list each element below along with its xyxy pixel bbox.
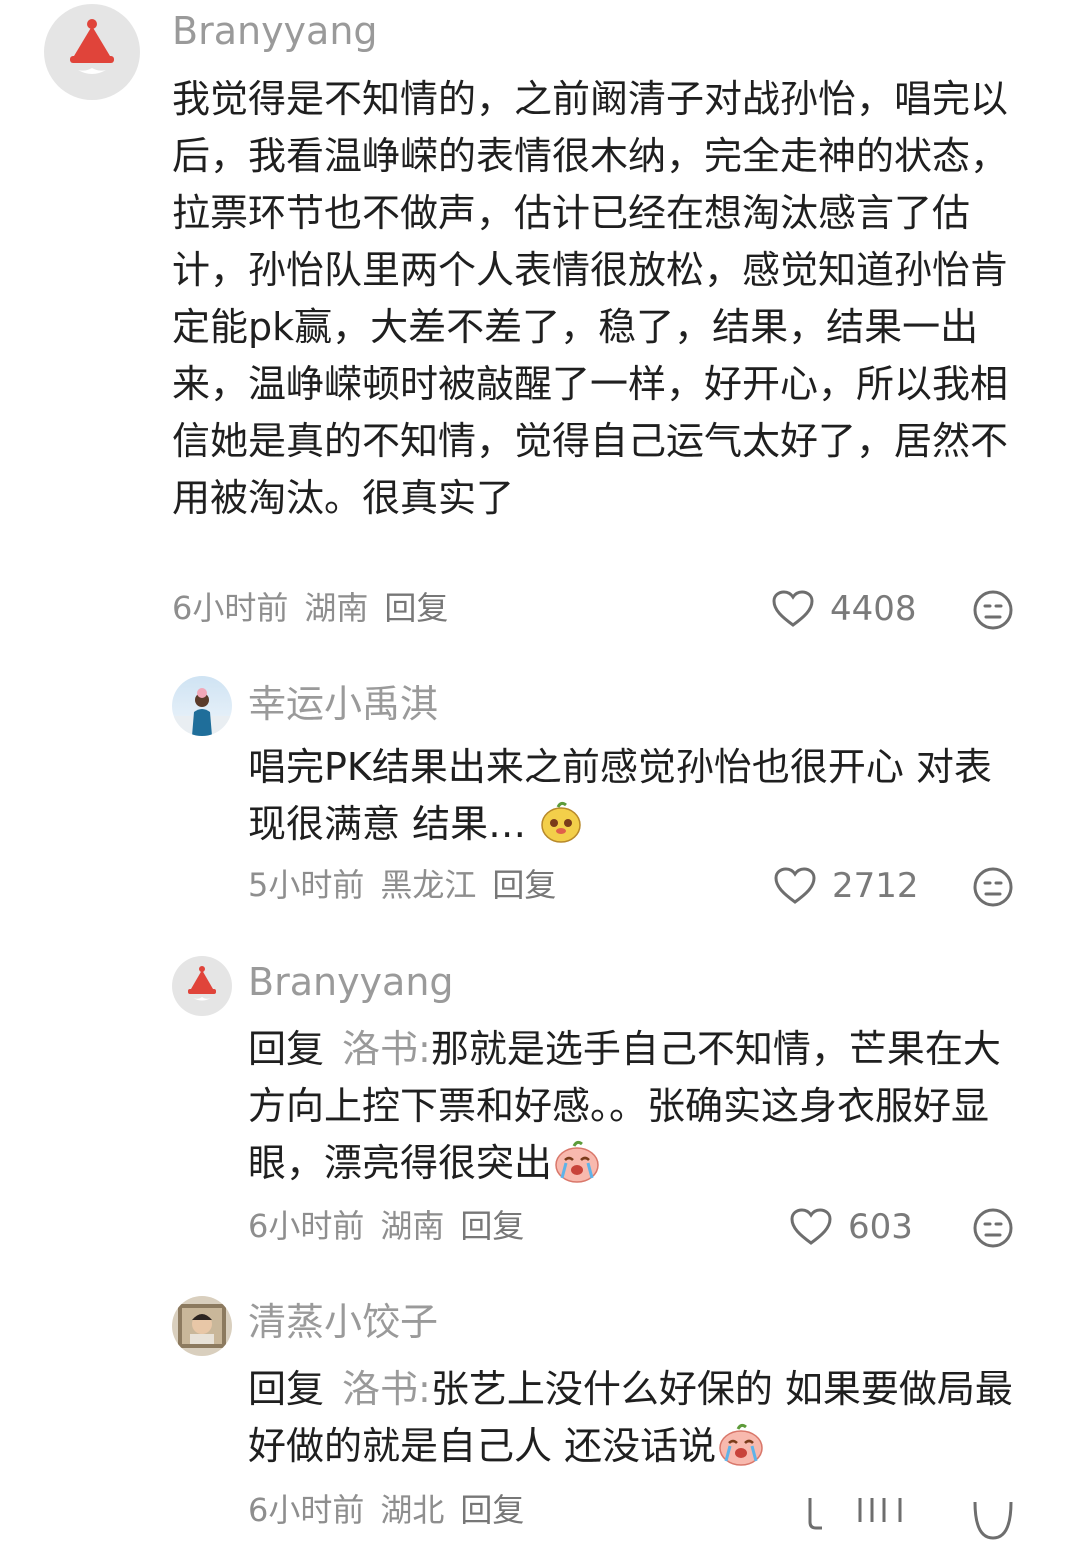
photo-avatar-icon <box>172 688 232 736</box>
like-button-partial[interactable] <box>800 1496 920 1541</box>
timestamp: 5小时前 <box>248 866 365 904</box>
reply-prefix: 回复 <box>248 1027 325 1071</box>
reply-button[interactable]: 回复 <box>384 589 448 627</box>
timestamp: 6小时前 <box>248 1207 365 1245</box>
like-count: 2712 <box>832 866 919 906</box>
location: 湖南 <box>304 589 369 627</box>
comment-text: 我觉得是不知情的，之前阚清子对战孙怡，唱完以后，我看温峥嵘的表情很木纳，完全走神… <box>172 77 1009 520</box>
timestamp: 6小时前 <box>172 589 289 627</box>
username[interactable]: Branyyang <box>248 963 454 1001</box>
username[interactable]: 清蒸小饺子 <box>248 1303 438 1341</box>
reply-prefix: 回复 <box>248 1367 325 1411</box>
avatar[interactable] <box>172 956 232 1016</box>
timestamp: 6小时前 <box>248 1491 365 1529</box>
photo-avatar-icon <box>178 1304 226 1348</box>
like-button[interactable]: 4408 <box>772 586 917 632</box>
username[interactable]: 幸运小禹淇 <box>248 685 438 723</box>
heart-icon <box>790 1208 832 1245</box>
reply-target[interactable]: 洛书: <box>342 1367 431 1411</box>
username[interactable]: Branyyang <box>172 12 378 50</box>
dislike-face-icon[interactable] <box>972 866 1014 908</box>
like-button[interactable]: 2712 <box>774 863 919 909</box>
crying-mango-emoji <box>555 1140 599 1183</box>
like-count: 603 <box>848 1207 913 1247</box>
dislike-face-icon[interactable] <box>972 589 1014 631</box>
mango-face-emoji <box>541 801 581 843</box>
comment-text: 回复 洛书:张艺上没什么好保的 如果要做局最好做的就是自己人 还没话说 <box>248 1361 1048 1475</box>
heart-icon <box>774 867 816 904</box>
like-button[interactable]: 603 <box>790 1204 913 1250</box>
reply-button[interactable]: 回复 <box>492 866 556 904</box>
comment-text: 唱完PK结果出来之前感觉孙怡也很开心 对表现很满意 结果… <box>248 739 1028 853</box>
dislike-face-icon[interactable] <box>972 1500 1014 1541</box>
comment-meta: 6小时前 湖南 回复 <box>248 1210 540 1242</box>
comment-meta: 5小时前 黑龙江 回复 <box>248 869 572 901</box>
reply-button[interactable]: 回复 <box>460 1207 524 1245</box>
reply-target[interactable]: 洛书: <box>342 1027 431 1071</box>
like-count: 4408 <box>830 589 917 629</box>
crying-mango-emoji <box>719 1423 763 1466</box>
comment-text: 回复 洛书:那就是选手自己不知情，芒果在大方向上控下票和好感。。张确实这身衣服好显… <box>248 1021 1038 1192</box>
avatar[interactable] <box>172 676 232 736</box>
santa-hat-icon <box>188 966 216 1001</box>
dislike-face-icon[interactable] <box>972 1207 1014 1249</box>
location: 湖南 <box>380 1207 445 1245</box>
location: 黑龙江 <box>380 866 477 904</box>
reply-button[interactable]: 回复 <box>460 1491 524 1529</box>
avatar[interactable] <box>44 4 140 100</box>
comment-meta: 6小时前 湖北 回复 <box>248 1494 540 1526</box>
comment-meta: 6小时前 湖南 回复 <box>172 592 464 624</box>
santa-hat-icon <box>70 19 114 74</box>
location: 湖北 <box>380 1491 445 1529</box>
comment-body: 唱完PK结果出来之前感觉孙怡也很开心 对表现很满意 结果… <box>248 745 992 846</box>
heart-icon <box>772 590 814 627</box>
avatar[interactable] <box>172 1296 232 1356</box>
